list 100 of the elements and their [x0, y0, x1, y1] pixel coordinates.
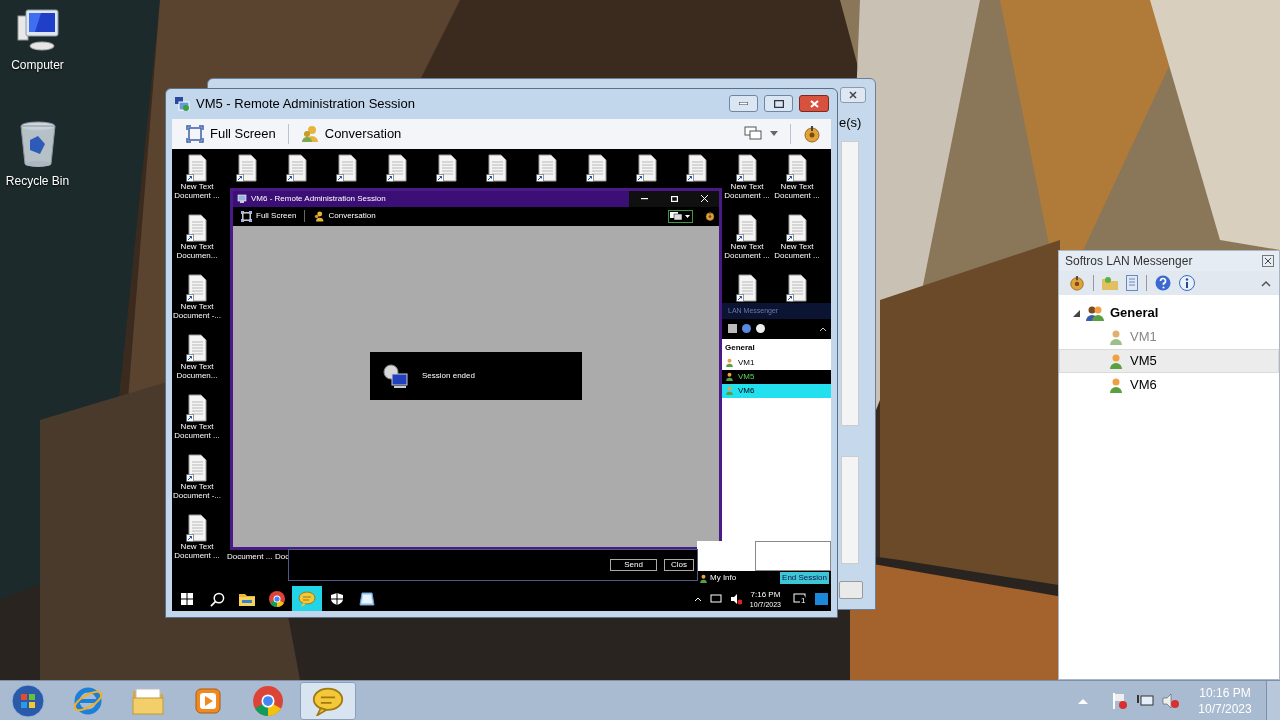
file-label: Document ...	[227, 550, 273, 563]
windows-logo-icon	[181, 593, 193, 606]
contact-row[interactable]: VM6	[1059, 373, 1279, 397]
globe-icon	[73, 685, 103, 716]
text-file-icon[interactable]	[736, 213, 758, 242]
my-info-link[interactable]: My Info	[710, 572, 737, 585]
text-file-icon[interactable]	[186, 513, 208, 542]
desktop-icon-label: Recycle Bin	[5, 173, 70, 190]
text-file-icon[interactable]	[386, 153, 408, 182]
notes-icon[interactable]	[1126, 275, 1138, 291]
flag-icon[interactable]	[1112, 691, 1128, 710]
collapse-icon[interactable]	[819, 325, 827, 332]
settings-icon[interactable]	[705, 211, 715, 222]
user-icon	[725, 358, 734, 368]
text-file-icon[interactable]	[186, 453, 208, 482]
contact-row[interactable]: VM5	[1059, 349, 1279, 373]
window-title: Softros LAN Messenger	[1065, 253, 1194, 270]
contact-row[interactable]: VM1	[1059, 325, 1279, 349]
collapse-icon[interactable]	[1261, 279, 1271, 287]
text-file-icon[interactable]	[186, 153, 208, 182]
text-file-icon[interactable]	[186, 393, 208, 422]
muted-speaker-icon[interactable]	[729, 593, 742, 606]
dialog-button[interactable]: Clos	[664, 558, 694, 571]
text-file-icon[interactable]	[236, 153, 258, 182]
shield-icon	[331, 593, 343, 606]
text-file-icon[interactable]	[186, 273, 208, 302]
settings-icon[interactable]	[1069, 275, 1085, 291]
close-button[interactable]	[840, 87, 866, 103]
group-label[interactable]: General	[722, 341, 831, 356]
clock-time[interactable]: 7:16 PM	[750, 589, 781, 600]
text-file-icon[interactable]	[436, 153, 458, 182]
user-icon	[1108, 329, 1124, 345]
network-computer-icon	[382, 362, 410, 391]
settings-icon[interactable]	[803, 124, 821, 143]
text-file-icon[interactable]	[486, 153, 508, 182]
browser-icon	[269, 591, 285, 608]
minimize-icon	[739, 102, 748, 106]
text-file-icon[interactable]	[686, 153, 708, 182]
file-label: New Text Document ...	[173, 181, 221, 200]
close-button[interactable]	[799, 95, 829, 113]
text-file-icon[interactable]	[186, 213, 208, 242]
user-icon	[725, 386, 734, 396]
text-file-icon[interactable]	[586, 153, 608, 182]
expand-triangle-icon[interactable]	[1073, 309, 1080, 317]
speech-bubble-icon	[312, 685, 344, 716]
end-session-button[interactable]: End Session	[780, 572, 829, 585]
notifications-icon[interactable]	[793, 593, 807, 606]
browser-icon	[253, 685, 283, 716]
text-file-icon[interactable]	[786, 153, 808, 182]
text-file-icon[interactable]	[786, 213, 808, 242]
maximize-icon	[670, 195, 678, 202]
user-icon	[699, 573, 708, 583]
close-icon	[809, 99, 819, 108]
file-label: New Text Document ...	[723, 241, 771, 260]
maximize-button[interactable]	[764, 95, 793, 113]
toolbar-button[interactable]: Conversation	[309, 210, 380, 223]
network-icon[interactable]	[1136, 692, 1154, 709]
start-orb-icon	[11, 683, 45, 718]
window-title: VM5 - Remote Administration Session	[196, 95, 415, 114]
search-icon	[209, 591, 225, 607]
close-button[interactable]	[1262, 255, 1274, 267]
group-icon	[1086, 305, 1104, 321]
monitors-icon	[669, 211, 683, 222]
file-label: New Text Document -...	[172, 481, 222, 500]
close-icon	[1265, 258, 1271, 264]
network-icon[interactable]	[709, 593, 722, 606]
text-file-icon[interactable]	[736, 153, 758, 182]
text-file-icon[interactable]	[286, 153, 308, 182]
text-file-icon[interactable]	[336, 153, 358, 182]
caret-icon	[770, 131, 778, 137]
dialog-button[interactable]: Send	[610, 558, 657, 571]
user-icon	[1108, 377, 1124, 393]
recycle-bin-icon[interactable]	[17, 120, 58, 168]
text-file-icon[interactable]	[736, 273, 758, 302]
restore-icon	[773, 99, 784, 108]
media-player-icon	[194, 686, 222, 715]
monitors-icon	[744, 125, 762, 142]
text-file-icon[interactable]	[186, 333, 208, 362]
window-text: e(s)	[839, 114, 862, 132]
display-dropdown-button[interactable]	[668, 209, 693, 223]
text-file-icon[interactable]	[786, 273, 808, 302]
people-icon	[313, 210, 325, 222]
show-desktop-button[interactable]	[815, 593, 828, 606]
scrollbar[interactable]	[841, 456, 859, 564]
scrollbar[interactable]	[841, 141, 859, 426]
close-icon	[849, 91, 857, 99]
toolbar-button[interactable]: Conversation	[296, 124, 406, 144]
fullscreen-icon	[186, 124, 204, 143]
file-label: New Text Document ...	[773, 181, 821, 200]
taskbar-button[interactable]	[292, 585, 322, 611]
close-icon	[700, 195, 708, 203]
toolbar-button[interactable]: Full Screen	[237, 210, 301, 223]
file-label: New Text Documen...	[175, 361, 219, 380]
group-label[interactable]: General	[1110, 303, 1159, 323]
user-icon	[725, 372, 734, 382]
minimize-button[interactable]	[729, 95, 758, 113]
toolbar-button[interactable]: Full Screen	[182, 124, 280, 144]
chevron-up-icon[interactable]	[693, 596, 702, 603]
text-file-icon[interactable]	[636, 153, 658, 182]
text-file-icon[interactable]	[536, 153, 558, 182]
